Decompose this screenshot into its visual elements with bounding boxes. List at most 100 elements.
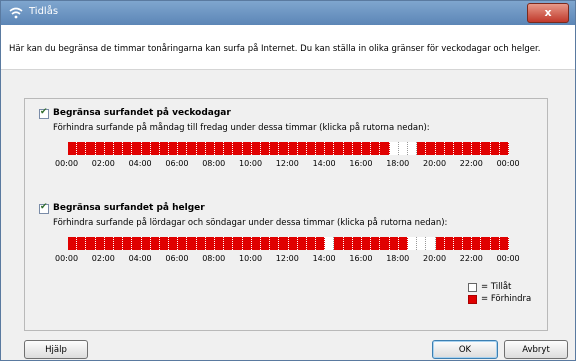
hour-slot[interactable]: [224, 237, 234, 250]
hour-slot[interactable]: [472, 142, 482, 155]
hour-slot[interactable]: [215, 237, 225, 250]
hour-slot[interactable]: [279, 237, 289, 250]
hour-slot[interactable]: [169, 142, 179, 155]
hour-slot[interactable]: [463, 237, 473, 250]
hour-slot[interactable]: [334, 142, 344, 155]
hour-slot[interactable]: [141, 142, 151, 155]
hour-slot[interactable]: [389, 237, 399, 250]
hour-slot[interactable]: [316, 237, 326, 250]
hour-slot[interactable]: [270, 237, 280, 250]
hour-slot[interactable]: [77, 237, 87, 250]
cancel-button[interactable]: Avbryt: [504, 340, 568, 359]
hour-slot[interactable]: [407, 237, 418, 250]
hour-slot[interactable]: [380, 142, 390, 155]
ok-button[interactable]: OK: [432, 340, 498, 359]
hour-slot[interactable]: [352, 237, 362, 250]
hour-slot[interactable]: [251, 237, 261, 250]
hour-slot[interactable]: [435, 237, 445, 250]
hour-slot[interactable]: [371, 142, 381, 155]
hour-slot[interactable]: [242, 237, 252, 250]
hour-slot[interactable]: [481, 237, 491, 250]
hour-slot[interactable]: [389, 142, 399, 155]
hour-slot[interactable]: [215, 142, 225, 155]
weekends-checkbox-label[interactable]: Begränsa surfandet på helger: [53, 203, 205, 213]
hour-slot[interactable]: [132, 237, 142, 250]
hour-slot[interactable]: [260, 237, 271, 250]
hour-slot[interactable]: [444, 237, 454, 250]
hour-slot[interactable]: [334, 237, 344, 250]
hour-slot[interactable]: [68, 237, 78, 250]
hour-slot[interactable]: [325, 237, 335, 250]
hour-slot[interactable]: [95, 237, 105, 250]
hour-slot[interactable]: [242, 142, 252, 155]
hour-slot[interactable]: [288, 142, 298, 155]
hour-slot[interactable]: [398, 142, 408, 155]
hour-slot[interactable]: [86, 142, 96, 155]
hour-slot[interactable]: [150, 237, 160, 250]
hour-slot[interactable]: [68, 142, 78, 155]
hour-slot[interactable]: [472, 237, 482, 250]
hour-slot[interactable]: [279, 142, 289, 155]
hour-slot[interactable]: [316, 142, 326, 155]
hour-slot[interactable]: [196, 237, 206, 250]
hour-slot[interactable]: [233, 142, 243, 155]
hour-slot[interactable]: [481, 142, 491, 155]
help-button[interactable]: Hjälp: [24, 340, 88, 359]
hour-slot[interactable]: [113, 237, 124, 250]
hour-slot[interactable]: [417, 142, 427, 155]
hour-slot[interactable]: [233, 237, 243, 250]
weekdays-hour-grid[interactable]: [68, 142, 509, 155]
hour-slot[interactable]: [499, 142, 509, 155]
hour-slot[interactable]: [490, 237, 500, 250]
hour-slot[interactable]: [306, 237, 317, 250]
hour-slot[interactable]: [260, 142, 271, 155]
hour-slot[interactable]: [490, 142, 500, 155]
hour-slot[interactable]: [444, 142, 454, 155]
hour-slot[interactable]: [380, 237, 390, 250]
hour-slot[interactable]: [463, 142, 473, 155]
hour-slot[interactable]: [86, 237, 96, 250]
hour-slot[interactable]: [362, 237, 372, 250]
hour-slot[interactable]: [104, 237, 114, 250]
hour-slot[interactable]: [407, 142, 418, 155]
hour-slot[interactable]: [123, 142, 133, 155]
hour-slot[interactable]: [169, 237, 179, 250]
weekdays-checkbox[interactable]: [39, 107, 49, 119]
hour-slot[interactable]: [453, 237, 464, 250]
hour-slot[interactable]: [343, 142, 353, 155]
hour-slot[interactable]: [224, 142, 234, 155]
hour-slot[interactable]: [362, 142, 372, 155]
weekends-checkbox[interactable]: [39, 202, 49, 214]
hour-slot[interactable]: [196, 142, 206, 155]
hour-slot[interactable]: [453, 142, 464, 155]
hour-slot[interactable]: [104, 142, 114, 155]
weekdays-checkbox-label[interactable]: Begränsa surfandet på veckodagar: [53, 108, 231, 118]
hour-slot[interactable]: [371, 237, 381, 250]
hour-slot[interactable]: [159, 237, 170, 250]
weekends-hour-grid[interactable]: [68, 237, 509, 250]
hour-slot[interactable]: [205, 142, 215, 155]
hour-slot[interactable]: [132, 142, 142, 155]
hour-slot[interactable]: [426, 237, 436, 250]
hour-slot[interactable]: [187, 237, 197, 250]
hour-slot[interactable]: [306, 142, 317, 155]
hour-slot[interactable]: [297, 237, 307, 250]
hour-slot[interactable]: [426, 142, 436, 155]
hour-slot[interactable]: [95, 142, 105, 155]
hour-slot[interactable]: [435, 142, 445, 155]
hour-slot[interactable]: [205, 237, 215, 250]
hour-slot[interactable]: [352, 142, 362, 155]
hour-slot[interactable]: [77, 142, 87, 155]
hour-slot[interactable]: [499, 237, 509, 250]
hour-slot[interactable]: [343, 237, 353, 250]
hour-slot[interactable]: [297, 142, 307, 155]
hour-slot[interactable]: [187, 142, 197, 155]
hour-slot[interactable]: [417, 237, 427, 250]
hour-slot[interactable]: [150, 142, 160, 155]
hour-slot[interactable]: [251, 142, 261, 155]
hour-slot[interactable]: [123, 237, 133, 250]
hour-slot[interactable]: [270, 142, 280, 155]
hour-slot[interactable]: [113, 142, 124, 155]
hour-slot[interactable]: [178, 237, 188, 250]
hour-slot[interactable]: [141, 237, 151, 250]
